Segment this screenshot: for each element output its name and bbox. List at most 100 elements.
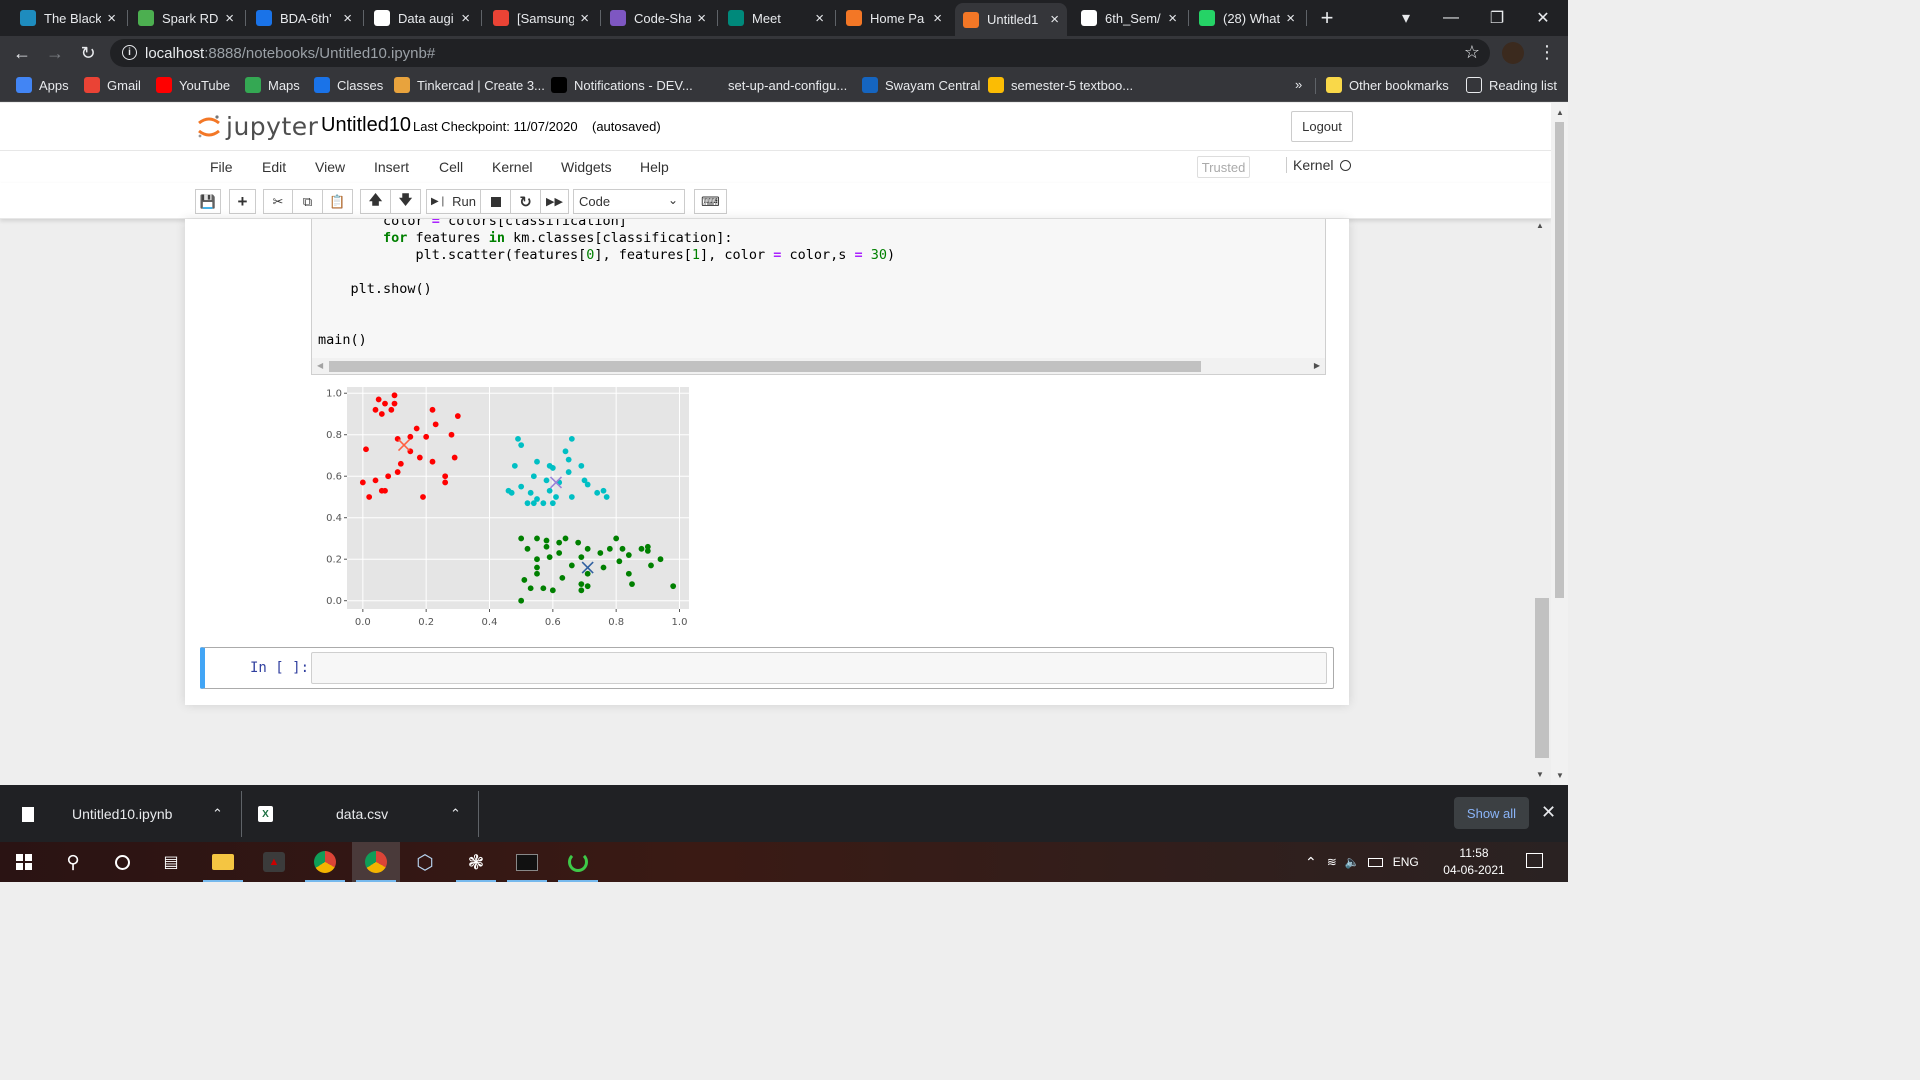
menu-file[interactable]: File	[210, 159, 233, 175]
browser-tab[interactable]: 6th_Sem/ ×	[1073, 4, 1185, 32]
bookmark-item[interactable]: Tinkercad | Create 3...	[394, 77, 545, 93]
restart-icon[interactable]: ↻	[510, 189, 541, 214]
interrupt-icon[interactable]	[480, 189, 511, 214]
bookmark-item[interactable]: Gmail	[84, 77, 141, 93]
search-icon[interactable]: ⚲	[49, 842, 97, 882]
insert-cell-icon[interactable]: +	[229, 189, 256, 214]
bookmark-item[interactable]: Swayam Central	[862, 77, 980, 93]
bookmark-item[interactable]: semester-5 textboo...	[988, 77, 1133, 93]
menu-cell[interactable]: Cell	[439, 159, 463, 175]
spinner-app-icon[interactable]	[554, 842, 602, 882]
new-tab-button[interactable]: +	[1304, 0, 1350, 36]
trusted-indicator[interactable]: Trusted	[1197, 156, 1250, 178]
file-explorer-icon[interactable]	[199, 842, 247, 882]
close-tab-icon[interactable]: ×	[933, 10, 942, 27]
keyboard-icon[interactable]: ⌨	[694, 189, 727, 214]
clock[interactable]: 11:58 04-06-2021	[1440, 845, 1508, 879]
move-up-icon[interactable]: 🡅	[360, 189, 391, 214]
back-icon[interactable]: ←	[10, 41, 34, 65]
browser-tab[interactable]: Home Pa ×	[838, 4, 950, 32]
close-window-icon[interactable]: ✕	[1520, 0, 1566, 36]
download-item-1[interactable]: Untitled10.ipynb ⌃	[22, 793, 232, 835]
cut-icon[interactable]: ✂	[263, 189, 293, 214]
inner-scroll-down-icon[interactable]: ▼	[1536, 770, 1544, 779]
notebook-name[interactable]: Untitled10	[321, 114, 411, 137]
close-tab-icon[interactable]: ×	[1050, 11, 1059, 28]
show-all-button[interactable]: Show all	[1454, 797, 1529, 829]
page-vertical-scrollbar[interactable]: ▲ ▼	[1551, 103, 1568, 785]
menu-kernel[interactable]: Kernel	[492, 159, 532, 175]
windows-start-icon[interactable]	[0, 842, 48, 882]
jupyter-logo[interactable]: jupyter	[196, 112, 318, 141]
chevron-up-icon[interactable]: ⌃	[450, 806, 461, 822]
scroll-right-icon[interactable]: ▶	[1314, 361, 1320, 370]
close-icon[interactable]: ✕	[1541, 802, 1556, 823]
chrome-profile-icon[interactable]	[352, 842, 400, 882]
menu-widgets[interactable]: Widgets	[561, 159, 612, 175]
paste-icon[interactable]: 📋	[322, 189, 353, 214]
minimize-icon[interactable]: —	[1428, 0, 1474, 36]
battery-icon[interactable]	[1367, 857, 1383, 867]
close-tab-icon[interactable]: ×	[461, 10, 470, 27]
close-tab-icon[interactable]: ×	[697, 10, 706, 27]
close-tab-icon[interactable]: ×	[580, 10, 589, 27]
run-button[interactable]: ▶❘ Run	[426, 189, 481, 214]
scroll-down-icon[interactable]: ▼	[1556, 771, 1564, 780]
close-tab-icon[interactable]: ×	[815, 10, 824, 27]
chevron-up-icon[interactable]: ⌃	[212, 806, 223, 822]
menu-edit[interactable]: Edit	[262, 159, 286, 175]
logout-button[interactable]: Logout	[1291, 111, 1353, 142]
more-bookmarks-button[interactable]: »	[1295, 77, 1302, 92]
move-down-icon[interactable]: 🡇	[390, 189, 421, 214]
download-item-2[interactable]: X data.csv ⌃	[258, 793, 468, 835]
reading-list[interactable]: Reading list	[1466, 77, 1557, 93]
menu-insert[interactable]: Insert	[374, 159, 409, 175]
restart-run-all-icon[interactable]: ▶▶	[540, 189, 569, 214]
other-bookmarks[interactable]: Other bookmarks	[1326, 77, 1449, 93]
task-view-icon[interactable]: ▤	[147, 842, 195, 882]
bookmark-item[interactable]: Classes	[314, 77, 383, 93]
empty-input-cell[interactable]: In [ ]:	[200, 647, 1334, 689]
volume-icon[interactable]: 🔈	[1345, 855, 1360, 869]
copy-icon[interactable]: ⧉	[292, 189, 323, 214]
cortana-icon[interactable]	[98, 842, 146, 882]
restore-icon[interactable]: ❐	[1474, 0, 1520, 36]
cell-type-select[interactable]: Code ⌄	[573, 189, 685, 214]
bookmark-item[interactable]: Apps	[16, 77, 69, 93]
browser-tab[interactable]: [Samsung ×	[485, 4, 597, 32]
browser-tab[interactable]: Data augi ×	[366, 4, 478, 32]
inner-scroll-up-icon[interactable]: ▲	[1536, 221, 1544, 230]
browser-tab[interactable]: BDA-6th' ×	[248, 4, 360, 32]
inner-scrollbar-thumb[interactable]	[1535, 598, 1549, 758]
browser-tab[interactable]: (28) What ×	[1191, 4, 1303, 32]
close-tab-icon[interactable]: ×	[225, 10, 234, 27]
app-snowflake-icon[interactable]: ❃	[452, 842, 500, 882]
menu-help[interactable]: Help	[640, 159, 669, 175]
close-tab-icon[interactable]: ×	[343, 10, 352, 27]
bookmark-star-icon[interactable]: ☆	[1464, 42, 1480, 63]
code-cell-editor[interactable]: color = colors[classification] for featu…	[311, 219, 1326, 375]
close-tab-icon[interactable]: ×	[1286, 10, 1295, 27]
site-info-icon[interactable]: i	[122, 45, 137, 60]
browser-tab[interactable]: Meet ×	[720, 4, 832, 32]
browser-tab[interactable]: The Black ×	[12, 4, 124, 32]
chrome-icon[interactable]	[301, 842, 349, 882]
browser-tab[interactable]: Code-Sha ×	[602, 4, 714, 32]
close-tab-icon[interactable]: ×	[107, 10, 116, 27]
horizontal-scrollbar[interactable]: ◀ ▶	[312, 358, 1325, 374]
terminal-icon[interactable]	[503, 842, 551, 882]
browser-tab[interactable]: Untitled1 ×	[955, 3, 1067, 36]
page-scrollbar-thumb[interactable]	[1555, 122, 1564, 598]
reload-icon[interactable]: ↻	[76, 41, 100, 65]
save-icon[interactable]: 💾	[195, 189, 221, 214]
address-bar[interactable]: i localhost:8888/notebooks/Untitled10.ip…	[110, 39, 1490, 67]
virtualbox-icon[interactable]: ⬡	[401, 842, 449, 882]
bookmark-item[interactable]: Notifications - DEV...	[551, 77, 693, 93]
forward-icon[interactable]: →	[43, 41, 67, 65]
scroll-left-icon[interactable]: ◀	[317, 361, 323, 370]
notifications-icon[interactable]	[1526, 853, 1543, 868]
scroll-up-icon[interactable]: ▲	[1556, 108, 1564, 117]
tab-search-icon[interactable]: ▾	[1383, 0, 1429, 36]
menu-view[interactable]: View	[315, 159, 345, 175]
profile-avatar[interactable]	[1502, 42, 1524, 64]
